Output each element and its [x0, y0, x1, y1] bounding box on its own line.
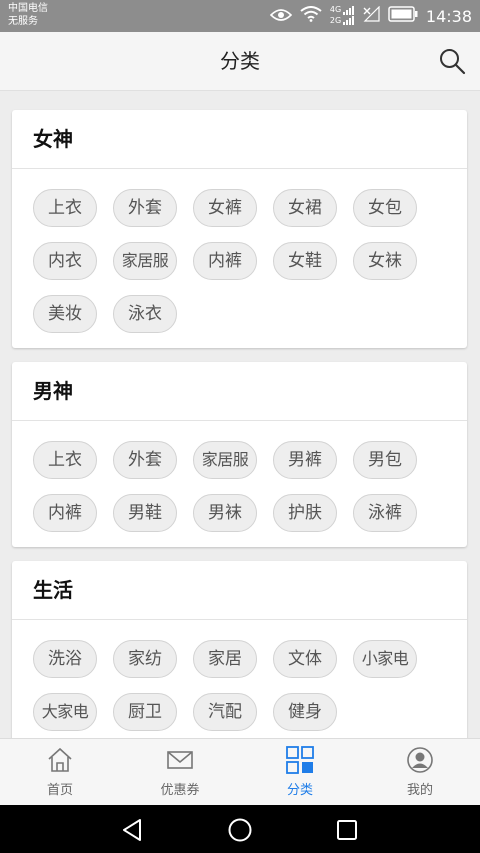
nav-item-coupons[interactable]: 优惠券 [120, 739, 240, 806]
category-tag[interactable]: 家纺 [113, 640, 177, 678]
category-tag[interactable]: 内裤 [193, 242, 257, 280]
carrier-name: 中国电信 [8, 3, 48, 14]
category-tag[interactable]: 男包 [353, 441, 417, 479]
category-tag[interactable]: 泳衣 [113, 295, 177, 333]
category-tag[interactable]: 文体 [273, 640, 337, 678]
category-title: 生活 [12, 561, 467, 620]
category-tag[interactable]: 小家电 [353, 640, 417, 678]
carrier-info: 中国电信 无服务 [8, 2, 48, 28]
category-card-life: 生活 洗浴 家纺 家居 文体 小家电大家电 厨卫 汽配 健身 [12, 561, 467, 738]
tag-list: 上衣 外套 女裤 女裙 女包内衣 家居服 内裤 女鞋 女袜美妆 泳衣 [12, 169, 473, 348]
category-grid-icon [286, 746, 314, 774]
category-tag[interactable]: 泳裤 [353, 494, 417, 532]
no-signal-icon [362, 5, 380, 26]
recents-square-icon[interactable] [334, 817, 360, 843]
page-title: 分类 [220, 49, 260, 73]
category-tag[interactable]: 男袜 [193, 494, 257, 532]
category-tag[interactable]: 上衣 [33, 441, 97, 479]
status-bar: 中国电信 无服务 4G 2G 14:38 [0, 0, 480, 32]
category-title: 男神 [12, 362, 467, 421]
category-list[interactable]: 女神 上衣 外套 女裤 女裙 女包 内衣 家居服 内裤 女鞋 女袜 美妆 泳衣 男神 上衣 外套 家居服男… [0, 91, 480, 738]
category-card-god: 男神 上衣 外套 家居服 男裤 男包内裤 男鞋 男袜 护肤 泳裤 [12, 362, 467, 547]
category-tag[interactable]: 女裙 [273, 189, 337, 227]
category-tag[interactable]: 洗浴 [33, 640, 97, 678]
search-button[interactable] [438, 47, 466, 75]
category-tag[interactable]: 汽配 [193, 693, 257, 731]
category-tag[interactable]: 男裤 [273, 441, 337, 479]
home-icon [48, 747, 72, 772]
system-nav-bar [0, 805, 480, 853]
app-header: 分类 [0, 32, 480, 91]
category-tag[interactable]: 厨卫 [113, 693, 177, 731]
wifi-icon [300, 6, 322, 26]
category-card-goddess: 女神 上衣 外套 女裤 女裙 女包内衣 家居服 内裤 女鞋 女袜美妆 泳衣 [12, 110, 467, 348]
category-tag[interactable]: 女袜 [353, 242, 417, 280]
status-time: 14:38 [425, 6, 472, 26]
cellular-signal-icon: 4G 2G [330, 4, 354, 28]
category-tag[interactable]: 内裤 [33, 494, 97, 532]
tag-list: 洗浴 家纺 家居 文体 小家电大家电 厨卫 汽配 健身 [12, 620, 473, 738]
nav-item-category[interactable]: 分类 [240, 739, 360, 806]
tag-list: 上衣 外套 家居服 男裤 男包内裤 男鞋 男袜 护肤 泳裤 [12, 421, 473, 547]
category-title: 女神 [12, 110, 467, 169]
back-icon[interactable] [120, 817, 146, 843]
coupon-envelope-icon [167, 751, 193, 769]
category-tag[interactable]: 美妆 [33, 295, 97, 333]
category-tag[interactable]: 女鞋 [273, 242, 337, 280]
category-tag[interactable]: 男鞋 [113, 494, 177, 532]
bottom-nav: 首页 优惠券 分类 我的 [0, 738, 480, 806]
nav-label-home: 首页 [46, 783, 73, 798]
nav-item-home[interactable]: 首页 [0, 739, 120, 806]
nav-item-profile[interactable]: 我的 [360, 739, 480, 806]
home-circle-icon[interactable] [227, 817, 253, 843]
search-icon [440, 49, 466, 75]
category-tag[interactable]: 外套 [113, 189, 177, 227]
category-tag[interactable]: 大家电 [33, 693, 97, 731]
network-type-4g: 4G [329, 5, 342, 14]
category-tag[interactable]: 女包 [353, 189, 417, 227]
category-tag[interactable]: 护肤 [273, 494, 337, 532]
profile-icon [407, 747, 433, 773]
nav-label-coupons: 优惠券 [160, 783, 200, 798]
category-tag[interactable]: 女裤 [193, 189, 257, 227]
nav-label-profile: 我的 [406, 783, 433, 798]
nav-label-category: 分类 [286, 783, 313, 798]
category-tag[interactable]: 上衣 [33, 189, 97, 227]
category-tag[interactable]: 健身 [273, 693, 337, 731]
network-type-2g: 2G [329, 16, 342, 25]
category-tag[interactable]: 家居服 [113, 242, 177, 280]
category-tag[interactable]: 家居 [193, 640, 257, 678]
category-tag[interactable]: 外套 [113, 441, 177, 479]
category-tag[interactable]: 内衣 [33, 242, 97, 280]
eye-icon [269, 7, 293, 26]
carrier-service-status: 无服务 [8, 16, 38, 27]
category-tag[interactable]: 家居服 [193, 441, 257, 479]
battery-icon [388, 6, 418, 26]
